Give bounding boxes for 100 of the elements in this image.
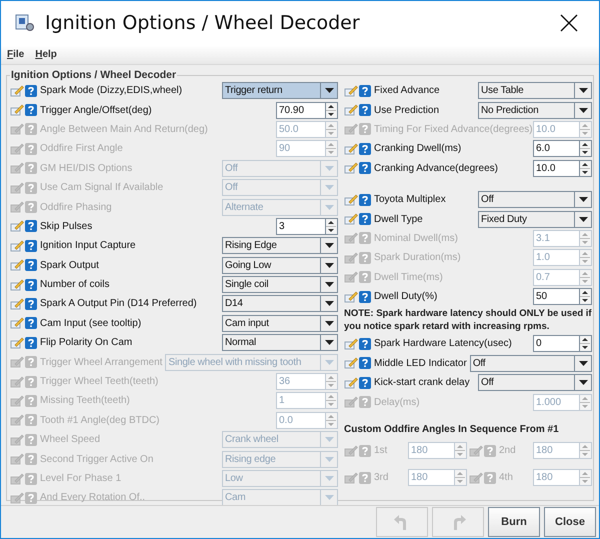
number-field[interactable]: 6.0 [533,140,580,158]
help-icon[interactable] [359,290,371,303]
edit-icon [10,336,24,349]
dialog-button[interactable]: Close [544,507,596,537]
field-label: Cam Input (see tooltip) [40,318,142,329]
down-arrow-icon [580,168,590,176]
caret-icon [324,495,334,500]
help-icon[interactable] [25,278,37,291]
help-icon[interactable] [25,317,37,330]
down-arrow-icon [580,238,590,246]
field-label: Delay(ms) [374,396,421,408]
field-label: Dwell Duty(%) [374,291,438,302]
help-icon[interactable] [359,162,371,174]
app-icon [15,14,35,32]
edit-icon [10,453,24,466]
number-field[interactable]: 70.90 [276,102,326,119]
help-icon[interactable] [359,338,371,350]
dialog-button[interactable]: Burn [488,507,540,537]
field-label: Oddfire First Angle [40,143,124,154]
down-arrow-icon [580,130,590,137]
dropdown[interactable]: Off [478,374,592,392]
help-icon[interactable] [359,213,371,226]
edit-icon [344,472,358,484]
menu-item[interactable]: File [7,49,24,60]
help-icon[interactable] [359,142,371,155]
spin-buttons[interactable] [580,288,592,306]
help-icon[interactable] [25,104,37,116]
number-field[interactable]: 10.0 [533,160,580,177]
edit-icon [344,252,358,264]
down-arrow-icon [580,258,590,266]
spin-buttons[interactable] [580,335,592,352]
edit-icon [10,356,24,368]
down-arrow-icon [326,110,336,118]
field-label: Use Cam Signal If Available [40,182,164,194]
dropdown[interactable]: Rising Edge [222,237,338,254]
field-label: Missing Teeth(teeth) [40,395,131,406]
edit-icon [10,104,24,116]
help-icon[interactable] [359,84,371,97]
caret-icon [324,476,334,481]
dropdown[interactable]: Off [470,354,592,372]
caret-icon [324,360,334,365]
field-label: 2nd [499,445,517,456]
dropdown[interactable]: Normal [222,334,338,352]
edit-icon [344,84,358,97]
field-label: 1st [374,445,388,456]
number-field[interactable]: 0 [533,335,580,352]
field-label: Trigger Wheel Arrangement [40,356,162,368]
field-label: Oddfire Phasing [40,202,113,213]
edit-icon [344,142,358,155]
field-label: Fixed Advance [374,85,441,96]
spin-buttons[interactable] [326,218,338,235]
help-icon[interactable] [25,336,37,349]
down-arrow-icon [326,382,336,390]
field-label: Spark Hardware Latency(usec) [374,338,513,350]
dropdown[interactable]: No Prediction [478,102,592,119]
spin-buttons[interactable] [580,160,592,177]
help-icon[interactable] [25,220,37,232]
edit-icon [469,472,483,484]
down-arrow-icon [580,149,590,156]
field-label: Skip Pulses [40,220,94,232]
caret-icon [324,456,334,462]
dropdown[interactable]: Use Table [478,82,592,100]
field-label: Timing For Fixed Advance(degrees) [374,124,533,135]
field-label: Number of coils [40,279,110,290]
help-icon[interactable] [25,240,37,252]
dropdown[interactable]: Cam input [222,314,338,332]
spin-buttons[interactable] [580,140,592,158]
caret-icon [578,216,588,222]
caret-icon [324,301,334,306]
edit-icon [10,394,24,407]
help-icon[interactable] [25,259,37,272]
number-field[interactable]: 3 [276,218,326,235]
dropdown[interactable]: Going Low [222,256,338,274]
field-label: Kick-start crank delay [374,377,471,388]
caret-icon [324,320,334,326]
number-field[interactable]: 50 [533,288,580,306]
help-icon[interactable] [359,194,371,206]
field-label: Spark Duration(ms) [374,252,462,264]
down-arrow-icon [455,451,465,458]
dropdown[interactable]: D14 [222,295,338,312]
dropdown[interactable]: Single coil [222,276,338,294]
dropdown[interactable]: Trigger return [222,82,338,100]
dropdown[interactable]: Fixed Duty [478,210,592,228]
edit-icon [10,376,24,388]
section-heading: Custom Oddfire Angles In Sequence From #1 [344,424,560,435]
field-label: Tooth #1 Angle(deg BTDC) [40,414,161,426]
menu-item[interactable]: Help [35,49,57,60]
close-icon [560,14,578,32]
edit-icon [10,201,24,214]
help-icon[interactable] [359,104,371,116]
spin-buttons[interactable] [326,102,338,119]
help-icon[interactable] [359,376,371,389]
down-arrow-icon [455,478,465,486]
field-label: Trigger Wheel Teeth(teeth) [40,376,160,388]
edit-icon [344,232,358,244]
help-icon[interactable] [25,298,37,310]
down-arrow-icon [326,149,336,156]
help-icon[interactable] [25,84,37,97]
help-icon[interactable] [359,357,371,370]
dropdown[interactable]: Off [478,191,592,208]
